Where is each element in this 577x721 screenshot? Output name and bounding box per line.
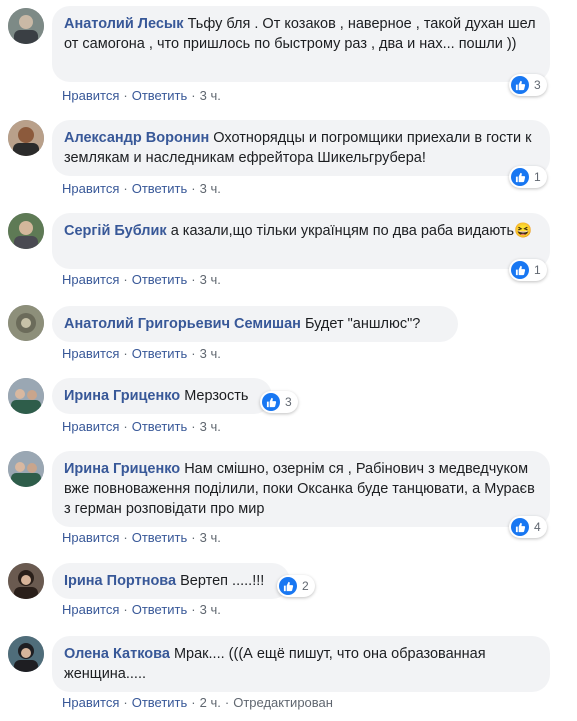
separator: · xyxy=(123,272,128,287)
separator: · xyxy=(123,181,128,196)
comment-timestamp[interactable]: 3 ч. xyxy=(200,530,221,545)
comment-bubble: Олена Каткова Мрак.... (((А ещё пишут, ч… xyxy=(52,636,550,692)
comment-text: Вертеп .....!!! xyxy=(180,573,265,589)
comment-timestamp[interactable]: 3 ч. xyxy=(200,602,221,617)
separator: · xyxy=(123,695,128,710)
comment-author[interactable]: Анатолий Григорьевич Семишан xyxy=(64,316,301,332)
avatar[interactable] xyxy=(8,120,44,156)
comment-bubble: Александр Воронин Охотнорядцы и погромщи… xyxy=(52,120,550,176)
like-reaction-icon xyxy=(279,577,297,595)
reaction-number: 1 xyxy=(534,170,541,184)
like-link[interactable]: Нравится xyxy=(62,346,119,361)
comment-actions: Нравится · Ответить · 3 ч. xyxy=(62,602,221,617)
like-link[interactable]: Нравится xyxy=(62,695,119,710)
comment-actions: Нравится · Ответить · 3 ч. xyxy=(62,272,221,287)
reply-link[interactable]: Ответить xyxy=(132,88,188,103)
reaction-number: 3 xyxy=(534,78,541,92)
comment-author[interactable]: Ірина Портнова xyxy=(64,573,176,589)
comment-author[interactable]: Олена Каткова xyxy=(64,646,170,662)
comment-author[interactable]: Анатолий Лесык xyxy=(64,16,184,32)
separator: · xyxy=(123,530,128,545)
comment-timestamp[interactable]: 2 ч. xyxy=(200,695,221,710)
reaction-number: 1 xyxy=(534,263,541,277)
comment-actions: Нравится · Ответить · 3 ч. xyxy=(62,181,221,196)
like-reaction-icon xyxy=(511,76,529,94)
reply-link[interactable]: Ответить xyxy=(132,695,188,710)
like-link[interactable]: Нравится xyxy=(62,88,119,103)
avatar[interactable] xyxy=(8,378,44,414)
separator: · xyxy=(123,88,128,103)
reply-link[interactable]: Ответить xyxy=(132,602,188,617)
comment-bubble: Ирина Гриценко Мерзость xyxy=(52,378,272,414)
like-reaction-icon xyxy=(511,168,529,186)
comment-text: Мерзость xyxy=(184,388,249,404)
comment-author[interactable]: Ирина Гриценко xyxy=(64,461,180,477)
like-link[interactable]: Нравится xyxy=(62,272,119,287)
like-reaction-icon xyxy=(511,518,529,536)
avatar[interactable] xyxy=(8,8,44,44)
reaction-number: 2 xyxy=(302,579,309,593)
reply-link[interactable]: Ответить xyxy=(132,419,188,434)
reply-link[interactable]: Ответить xyxy=(132,346,188,361)
reply-link[interactable]: Ответить xyxy=(132,530,188,545)
reaction-count[interactable]: 1 xyxy=(509,166,547,188)
separator: · xyxy=(191,419,196,434)
separator: · xyxy=(123,419,128,434)
separator: · xyxy=(191,181,196,196)
comment-author[interactable]: Сергій Бублик xyxy=(64,223,167,239)
comment-author[interactable]: Ирина Гриценко xyxy=(64,388,180,404)
comment-author[interactable]: Александр Воронин xyxy=(64,130,209,146)
comment-timestamp[interactable]: 3 ч. xyxy=(200,419,221,434)
avatar[interactable] xyxy=(8,636,44,672)
comment-bubble: Ірина Портнова Вертеп .....!!! xyxy=(52,563,290,599)
separator: · xyxy=(191,346,196,361)
like-link[interactable]: Нравится xyxy=(62,181,119,196)
edited-label[interactable]: Отредактирован xyxy=(233,695,333,710)
avatar[interactable] xyxy=(8,563,44,599)
separator: · xyxy=(191,272,196,287)
like-link[interactable]: Нравится xyxy=(62,419,119,434)
comment-bubble: Ирина Гриценко Нам смішно, озернім ся , … xyxy=(52,451,550,527)
reaction-count[interactable]: 4 xyxy=(509,516,547,538)
separator: · xyxy=(123,602,128,617)
reply-link[interactable]: Ответить xyxy=(132,181,188,196)
reaction-number: 3 xyxy=(285,395,292,409)
separator: · xyxy=(191,530,196,545)
like-reaction-icon xyxy=(262,393,280,411)
like-reaction-icon xyxy=(511,261,529,279)
comment-actions: Нравится · Ответить · 3 ч. xyxy=(62,88,221,103)
avatar[interactable] xyxy=(8,451,44,487)
avatar[interactable] xyxy=(8,213,44,249)
comment-timestamp[interactable]: 3 ч. xyxy=(200,88,221,103)
comment-text: а казали,що тільки українцям по два раба… xyxy=(170,223,533,239)
separator: · xyxy=(191,695,196,710)
comment-text: Будет "аншлюс"? xyxy=(304,316,421,332)
comment-actions: Нравится · Ответить · 2 ч. · Отредактирован xyxy=(62,695,333,710)
separator: · xyxy=(191,602,196,617)
reaction-count[interactable]: 1 xyxy=(509,259,547,281)
comment-bubble: Сергій Бублик а казали,що тільки українц… xyxy=(52,213,550,269)
comment-bubble: Анатолий Лесык Тьфу бля . От козаков , н… xyxy=(52,6,550,82)
comment-timestamp[interactable]: 3 ч. xyxy=(200,181,221,196)
reaction-count[interactable]: 3 xyxy=(509,74,547,96)
reaction-count[interactable]: 2 xyxy=(277,575,315,597)
reply-link[interactable]: Ответить xyxy=(132,272,188,287)
like-link[interactable]: Нравится xyxy=(62,602,119,617)
reaction-number: 4 xyxy=(534,520,541,534)
comment-bubble: Анатолий Григорьевич Семишан Будет "аншл… xyxy=(52,306,458,342)
separator: · xyxy=(123,346,128,361)
reaction-count[interactable]: 3 xyxy=(260,391,298,413)
comment-actions: Нравится · Ответить · 3 ч. xyxy=(62,419,221,434)
avatar[interactable] xyxy=(8,305,44,341)
comment-actions: Нравится · Ответить · 3 ч. xyxy=(62,530,221,545)
comment-timestamp[interactable]: 3 ч. xyxy=(200,346,221,361)
comment-timestamp[interactable]: 3 ч. xyxy=(200,272,221,287)
separator: · xyxy=(224,695,230,710)
like-link[interactable]: Нравится xyxy=(62,530,119,545)
comment-actions: Нравится · Ответить · 3 ч. xyxy=(62,346,221,361)
separator: · xyxy=(191,88,196,103)
